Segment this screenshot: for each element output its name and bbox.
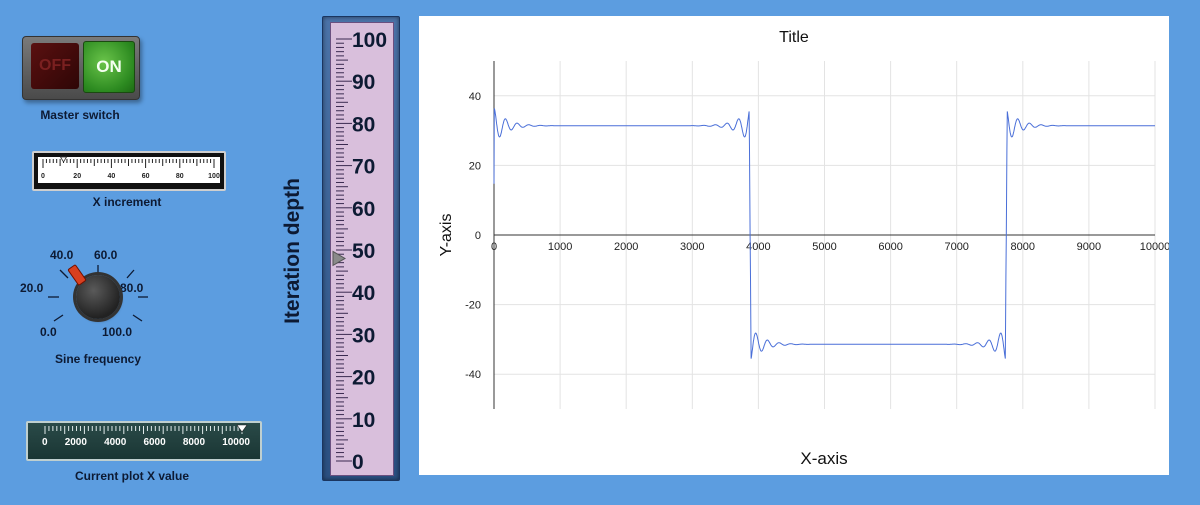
xinc-tick-label: 0 <box>41 173 45 180</box>
depth-tick-label: 0 <box>352 451 364 474</box>
x-tick-label: 10000 <box>1140 241 1169 253</box>
master-switch-label: Master switch <box>40 108 120 122</box>
iteration-depth-slider[interactable]: 0 10 20 30 40 50 60 70 80 90 100 <box>322 16 400 481</box>
line-chart: 0 1000 2000 3000 4000 5000 6000 7000 8000 9000 100… <box>438 29 1169 468</box>
xinc-tick-label: 60 <box>142 173 150 180</box>
current-plot-x-indicator: 0 2000 4000 6000 8000 10000 <box>26 421 262 461</box>
xinc-thumb <box>59 156 68 163</box>
x-tick-label: 7000 <box>944 241 968 253</box>
depth-tick-label: 70 <box>352 156 375 179</box>
cur-tick-6000: 6000 <box>143 437 166 448</box>
depth-tick-label: 50 <box>352 240 375 263</box>
cur-tick-0: 0 <box>42 437 48 448</box>
cur-tick-8000: 8000 <box>182 437 206 448</box>
cur-tick-2000: 2000 <box>64 437 87 448</box>
xinc-tick-label: 80 <box>176 173 184 180</box>
x-increment-label: X increment <box>92 195 162 209</box>
depth-tick-label: 100 <box>352 29 387 52</box>
depth-tick-label: 90 <box>352 71 375 94</box>
iteration-depth-scale: 0 10 20 30 40 50 60 70 80 90 100 <box>332 29 387 474</box>
xinc-tick-label: 100 <box>208 173 220 180</box>
y-axis-label: Y-axis <box>438 214 455 257</box>
xinc-tick-label: 20 <box>73 173 81 180</box>
x-tick-label: 9000 <box>1077 241 1101 253</box>
plot-panel: 0 1000 2000 3000 4000 5000 6000 7000 8000 9000 100… <box>419 16 1169 475</box>
master-switch[interactable]: OFF ON <box>22 36 140 100</box>
x-increment-slider[interactable]: 0 20 40 60 80 100 <box>32 151 226 191</box>
xinc-tick-label: 40 <box>108 173 116 180</box>
depth-tick-label: 40 <box>352 282 375 305</box>
x-tick-label: 0 <box>491 241 497 253</box>
y-tick-label: -20 <box>465 300 481 312</box>
iteration-depth-label: Iteration depth <box>281 178 304 324</box>
y-tick-label: 40 <box>469 91 481 103</box>
x-tick-label: 6000 <box>878 241 902 253</box>
cur-tick-10000: 10000 <box>222 437 250 448</box>
cur-tick-4000: 4000 <box>104 437 127 448</box>
depth-thumb <box>332 250 346 267</box>
x-increment-scale: 0 20 40 60 80 100 <box>41 156 220 180</box>
x-tick-label: 1000 <box>548 241 572 253</box>
depth-tick-label: 80 <box>352 113 375 136</box>
x-axis-label: X-axis <box>800 449 847 468</box>
switch-off-side[interactable]: OFF <box>31 43 79 89</box>
switch-on-side[interactable]: ON <box>83 41 135 93</box>
y-tick-label: 0 <box>475 230 481 242</box>
sine-frequency-knob-group: 40.0 60.0 20.0 80.0 0.0 100.0 <box>14 243 164 343</box>
depth-tick-label: 20 <box>352 367 375 390</box>
sine-frequency-label: Sine frequency <box>54 352 142 366</box>
y-tick-label: 20 <box>469 160 481 172</box>
chart-title: Title <box>779 29 809 46</box>
current-plot-x-label: Current plot X value <box>74 469 190 483</box>
x-tick-label: 5000 <box>812 241 836 253</box>
x-tick-label: 3000 <box>680 241 704 253</box>
x-tick-label: 8000 <box>1011 241 1035 253</box>
depth-tick-label: 60 <box>352 198 375 221</box>
depth-tick-label: 10 <box>352 409 375 432</box>
x-tick-label: 2000 <box>614 241 638 253</box>
depth-tick-label: 30 <box>352 324 375 347</box>
y-tick-label: -40 <box>465 369 481 381</box>
